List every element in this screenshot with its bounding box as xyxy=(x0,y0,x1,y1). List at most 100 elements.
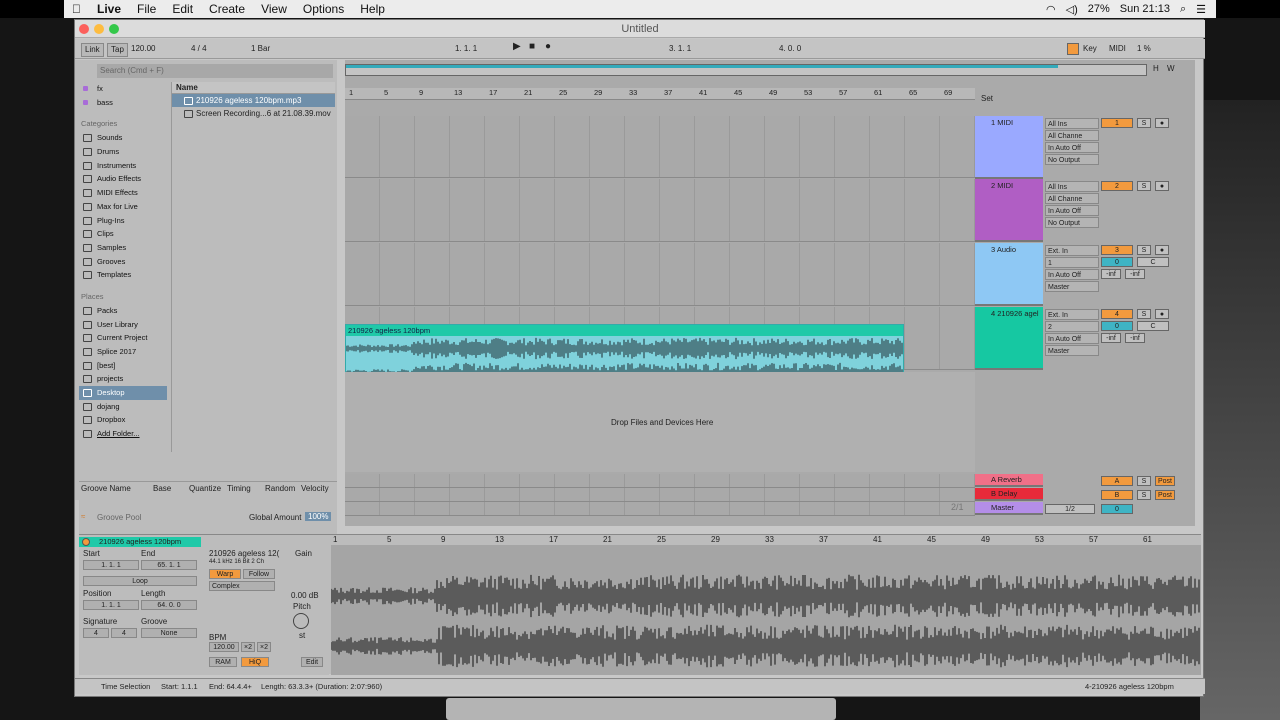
follow-button[interactable]: Follow xyxy=(243,569,275,579)
arm-icon[interactable]: ● xyxy=(1155,118,1169,128)
midi-button[interactable]: MIDI xyxy=(1109,43,1126,55)
zoom-button[interactable] xyxy=(109,24,119,34)
io-select[interactable]: In Auto Off xyxy=(1045,333,1099,344)
io-select[interactable]: Ext. In xyxy=(1045,309,1099,320)
loop-length[interactable]: 4. 0. 0 xyxy=(779,43,801,55)
io-select[interactable]: In Auto Off xyxy=(1045,142,1099,153)
battery-percent[interactable]: 27% xyxy=(1088,3,1110,15)
transpose-knob[interactable] xyxy=(293,613,309,629)
menu-file[interactable]: File xyxy=(129,2,164,16)
key-map-icon[interactable] xyxy=(1067,43,1079,55)
return-activator[interactable]: A xyxy=(1101,476,1133,486)
loop-start[interactable]: 3. 1. 1 xyxy=(669,43,691,55)
wifi-icon[interactable]: ◠ xyxy=(1046,3,1056,16)
solo-button[interactable]: S xyxy=(1137,118,1151,128)
add-folder-link[interactable]: Add Folder... xyxy=(79,427,167,441)
master-output-select[interactable]: 1/2 xyxy=(1045,504,1095,514)
signature-numerator[interactable]: 4 xyxy=(83,628,109,638)
track-lane[interactable] xyxy=(345,116,975,178)
length-field[interactable]: 64. 0. 0 xyxy=(141,600,197,610)
h-button[interactable]: H xyxy=(1153,64,1159,73)
post-button[interactable]: Post xyxy=(1155,490,1175,500)
collection-bass[interactable]: bass xyxy=(79,96,167,110)
collection-fx[interactable]: fx xyxy=(79,82,167,96)
track-activator[interactable]: 1 xyxy=(1101,118,1133,128)
clip-activator-icon[interactable] xyxy=(82,538,90,546)
signature-field[interactable]: 4 / 4 xyxy=(191,43,207,55)
song-position[interactable]: 1. 1. 1 xyxy=(455,43,477,55)
beat-ruler[interactable]: 1 5 9 13 17 21 25 29 33 37 41 45 49 53 57 61 65 69 xyxy=(345,88,975,100)
category-audio-effects[interactable]: Audio Effects xyxy=(79,172,167,186)
place-current-project[interactable]: Current Project xyxy=(79,331,167,345)
category-max-for-live[interactable]: Max for Live xyxy=(79,200,167,214)
io-select[interactable]: Master xyxy=(1045,345,1099,356)
place-packs[interactable]: Packs xyxy=(79,304,167,318)
place-dropbox[interactable]: Dropbox xyxy=(79,413,167,427)
arm-icon[interactable]: ● xyxy=(1155,245,1169,255)
category-midi-effects[interactable]: MIDI Effects xyxy=(79,186,167,200)
ram-button[interactable]: RAM xyxy=(209,657,237,667)
solo-button[interactable]: S xyxy=(1137,490,1151,500)
signature-denominator[interactable]: 4 xyxy=(111,628,137,638)
solo-button[interactable]: S xyxy=(1137,309,1151,319)
end-field[interactable]: 65. 1. 1 xyxy=(141,560,197,570)
return-activator[interactable]: B xyxy=(1101,490,1133,500)
category-templates[interactable]: Templates xyxy=(79,268,167,282)
io-select[interactable]: 2 xyxy=(1045,321,1099,332)
name-column-header[interactable]: Name xyxy=(172,82,335,94)
volume-field[interactable]: 0 xyxy=(1101,321,1133,331)
quantize-menu[interactable]: 1 Bar xyxy=(251,43,270,55)
stop-icon[interactable]: ■ xyxy=(529,41,535,53)
category-sounds[interactable]: Sounds xyxy=(79,131,167,145)
sample-ruler[interactable]: 1 5 9 13 17 21 25 29 33 37 41 45 49 53 57 61 xyxy=(331,535,1201,545)
close-button[interactable] xyxy=(79,24,89,34)
spotlight-icon[interactable]: ⌕ xyxy=(1180,3,1186,16)
arm-icon[interactable]: ● xyxy=(1155,181,1169,191)
solo-button[interactable]: S xyxy=(1137,181,1151,191)
track-header[interactable]: 2 MIDI xyxy=(975,179,1043,242)
file-item[interactable]: 210926 ageless 120bpm.mp3 xyxy=(172,94,335,107)
record-icon[interactable]: ● xyxy=(545,41,551,53)
file-item[interactable]: Screen Recording...6 at 21.08.39.mov xyxy=(172,107,335,120)
io-select[interactable]: In Auto Off xyxy=(1045,205,1099,216)
category-samples[interactable]: Samples xyxy=(79,241,167,255)
warp-button[interactable]: Warp xyxy=(209,569,241,579)
place-projects[interactable]: projects xyxy=(79,372,167,386)
place-dojang[interactable]: dojang xyxy=(79,400,167,414)
master-lane[interactable] xyxy=(345,502,975,516)
gain-value[interactable]: 0.00 dB xyxy=(291,591,319,600)
notification-icon[interactable]: ☰ xyxy=(1196,3,1206,16)
track-lane[interactable] xyxy=(345,179,975,242)
bpm-field[interactable]: 120.00 xyxy=(209,642,239,652)
category-clips[interactable]: Clips xyxy=(79,227,167,241)
sample-display[interactable]: 1 5 9 13 17 21 25 29 33 37 41 45 49 53 57 61 xyxy=(331,535,1201,675)
track-header[interactable]: 3 Audio xyxy=(975,243,1043,306)
halve-button[interactable]: ×2 xyxy=(241,642,255,652)
tap-button[interactable]: Tap xyxy=(107,43,128,57)
volume-icon[interactable]: ◁) xyxy=(1066,3,1078,16)
clock[interactable]: Sun 21:13 xyxy=(1120,3,1170,15)
position-field[interactable]: 1. 1. 1 xyxy=(83,600,139,610)
io-select[interactable]: 1 xyxy=(1045,257,1099,268)
menu-options[interactable]: Options xyxy=(295,2,352,16)
hiq-button[interactable]: HiQ xyxy=(241,657,269,667)
solo-button[interactable]: S xyxy=(1137,245,1151,255)
play-icon[interactable]: ▶ xyxy=(513,41,521,53)
apple-icon[interactable]:  xyxy=(64,2,89,16)
post-button[interactable]: Post xyxy=(1155,476,1175,486)
menu-help[interactable]: Help xyxy=(352,2,393,16)
category-plugins[interactable]: Plug-Ins xyxy=(79,214,167,228)
place-desktop[interactable]: Desktop xyxy=(79,386,167,400)
pan-field[interactable]: C xyxy=(1137,321,1169,331)
place-best[interactable]: [best] xyxy=(79,359,167,373)
io-select[interactable]: All Channe xyxy=(1045,130,1099,141)
overview-bar[interactable] xyxy=(345,64,1147,76)
return-track-header[interactable]: Master xyxy=(975,502,1043,515)
place-user-library[interactable]: User Library xyxy=(79,318,167,332)
edit-button[interactable]: Edit xyxy=(301,657,323,667)
arm-icon[interactable]: ● xyxy=(1155,309,1169,319)
track-header[interactable]: 4 210926 agel xyxy=(975,307,1043,370)
return-track-header[interactable]: A Reverb xyxy=(975,474,1043,487)
category-drums[interactable]: Drums xyxy=(79,145,167,159)
volume-field[interactable]: 0 xyxy=(1101,257,1133,267)
